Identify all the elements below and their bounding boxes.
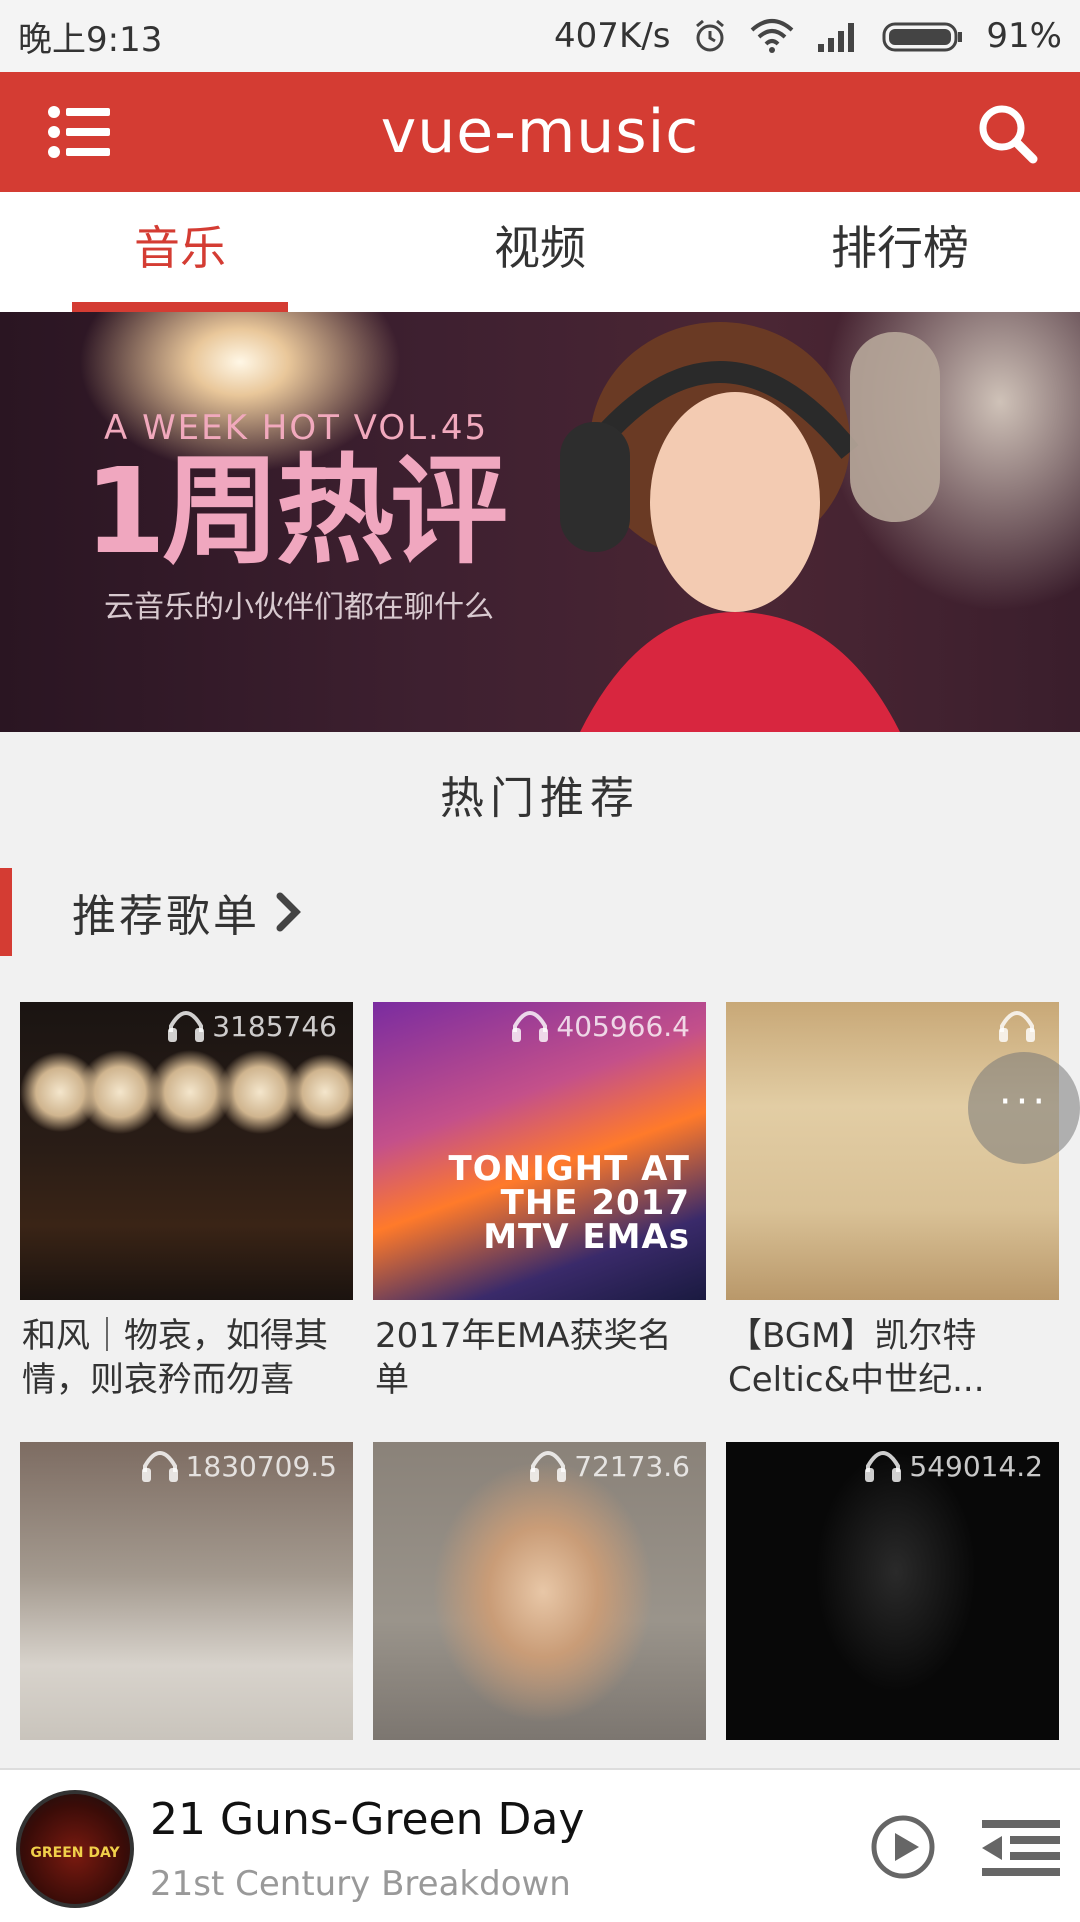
play-count-value: 3185746	[212, 1009, 337, 1043]
chevron-right-icon	[276, 892, 301, 932]
search-icon[interactable]	[976, 102, 1038, 164]
play-circle-icon[interactable]	[870, 1814, 936, 1880]
headphones-icon	[168, 1011, 205, 1042]
battery-level: 91%	[986, 16, 1062, 56]
headphones-icon	[141, 1451, 178, 1482]
play-count: 405966.4	[510, 1008, 690, 1044]
section-label: 推荐歌单	[72, 891, 260, 942]
status-bar: 晚上9:13 407K/s 91%	[0, 0, 1080, 72]
play-count: 72173.6	[528, 1448, 690, 1484]
play-count-value: 1830709.5	[185, 1449, 337, 1483]
app-header: vue-music	[0, 72, 1080, 192]
recommended-playlists-link[interactable]: 推荐歌单	[72, 880, 302, 944]
headphones-icon	[512, 1011, 549, 1042]
playlist-grid: 3185746 和风｜物哀，如得其情，则哀矜而勿喜 405966.4 TONIG…	[20, 1002, 1060, 1842]
banner-carousel[interactable]: A WEEK HOT VOL.45 1周热评 云音乐的小伙伴们都在聊什么	[0, 312, 1080, 732]
tab-video[interactable]: 视频	[360, 192, 720, 312]
section-accent-bar	[0, 868, 12, 956]
status-right: 407K/s 91%	[554, 16, 1062, 56]
banner-person-image	[560, 322, 940, 732]
headphones-icon	[530, 1451, 567, 1482]
playlist-cover: 549014.2	[726, 1442, 1059, 1740]
headphones-icon	[865, 1451, 902, 1482]
headphones-icon	[999, 1011, 1035, 1042]
play-count-value: 72173.6	[574, 1449, 690, 1483]
banner-headline: 1周热评	[84, 442, 508, 580]
play-count-value: 549014.2	[909, 1449, 1043, 1483]
cover-text: TONIGHT AT THE 2017 MTV EMAs	[448, 1149, 690, 1257]
more-button[interactable]: ···	[968, 1052, 1080, 1164]
battery-icon	[882, 22, 963, 52]
play-count: 1830709.5	[140, 1448, 337, 1484]
wifi-icon	[751, 19, 794, 53]
play-count: 3185746	[166, 1008, 337, 1044]
play-count: 549014.2	[863, 1448, 1043, 1484]
playlist-card[interactable]: 405966.4 TONIGHT AT THE 2017 MTV EMAs 20…	[373, 1002, 706, 1402]
playlist-cover: 1830709.5	[20, 1442, 353, 1740]
tab-charts[interactable]: 排行榜	[720, 192, 1080, 312]
app-title: vue-music	[380, 97, 700, 167]
signal-icon	[818, 23, 855, 52]
alarm-icon	[696, 19, 725, 52]
hot-recommend-title: 热门推荐	[440, 773, 640, 824]
playlist-cover: 3185746	[20, 1002, 353, 1300]
banner-subtitle: 云音乐的小伙伴们都在聊什么	[104, 590, 494, 625]
playlist-icon[interactable]	[982, 1818, 1060, 1878]
playlist-cover: 405966.4 TONIGHT AT THE 2017 MTV EMAs	[373, 1002, 706, 1300]
network-speed: 407K/s	[554, 16, 671, 56]
play-count-value: 405966.4	[556, 1009, 690, 1043]
status-time: 晚上9:13	[18, 19, 163, 60]
playlist-name: 【BGM】凯尔特Celtic&中世纪...	[728, 1316, 985, 1400]
song-album: 21st Century Breakdown	[150, 1864, 571, 1904]
song-title: 21 Guns-Green Day	[150, 1794, 585, 1845]
playlist-card[interactable]: 3185746 和风｜物哀，如得其情，则哀矜而勿喜	[20, 1002, 353, 1402]
playlist-cover: 72173.6	[373, 1442, 706, 1740]
playlist-name: 和风｜物哀，如得其情，则哀矜而勿喜	[22, 1316, 328, 1400]
tab-bar: 音乐 视频 排行榜	[0, 192, 1080, 312]
play-count	[997, 1008, 1043, 1044]
album-art[interactable]: GREEN DAY	[16, 1790, 134, 1908]
playlist-name: 2017年EMA获奖名单	[375, 1316, 672, 1400]
mini-player[interactable]: GREEN DAY 21 Guns-Green Day 21st Century…	[0, 1768, 1080, 1922]
tab-music[interactable]: 音乐	[0, 192, 360, 312]
